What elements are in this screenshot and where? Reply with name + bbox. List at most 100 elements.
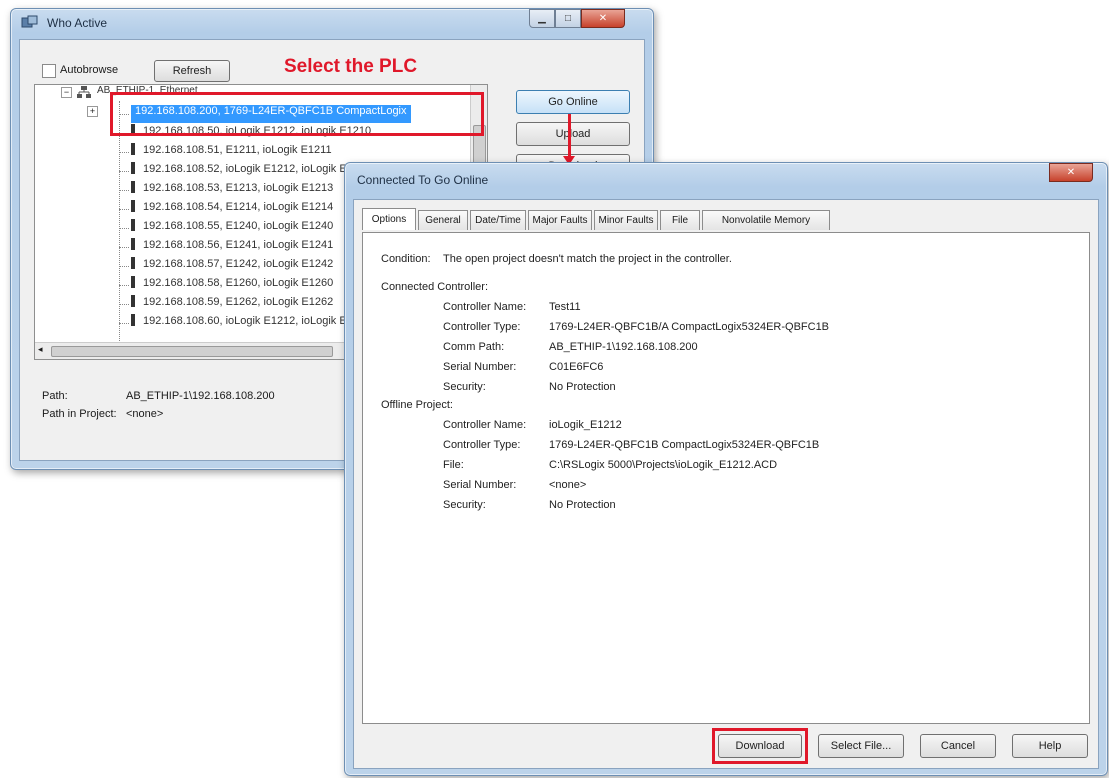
path-in-project-label: Path in Project: — [42, 408, 117, 420]
tree-item-label: 192.168.108.54, E1214, ioLogik E1214 — [143, 201, 334, 213]
device-icon — [131, 143, 135, 155]
tab-nonvolatile-memory[interactable]: Nonvolatile Memory — [702, 210, 830, 230]
tab-file[interactable]: File — [660, 210, 700, 230]
upload-button[interactable]: Upload — [516, 122, 630, 146]
tree-item-label: 192.168.108.52, ioLogik E1212, ioLogik E… — [143, 163, 372, 175]
tree-connector — [119, 209, 129, 210]
close-button[interactable]: ✕ — [581, 9, 625, 28]
select-file-button[interactable]: Select File... — [818, 734, 904, 758]
device-icon — [131, 219, 135, 231]
field-value: No Protection — [549, 381, 616, 393]
device-icon — [131, 295, 135, 307]
select-plc-annotation: Select the PLC — [284, 56, 418, 77]
maximize-button[interactable]: □ — [555, 9, 581, 28]
who-active-app-icon — [21, 15, 38, 28]
tree-connector — [119, 152, 129, 153]
tree-item[interactable]: 192.168.108.55, E1240, ioLogik E1240 — [131, 219, 333, 237]
minimize-icon: ▁ — [538, 13, 546, 24]
field-value: 1769-L24ER-QBFC1B CompactLogix5324ER-QBF… — [549, 439, 820, 451]
field-label: Serial Number: — [443, 361, 517, 373]
tree-item-label: 192.168.108.57, E1242, ioLogik E1242 — [143, 258, 334, 270]
device-icon — [131, 238, 135, 250]
field-label: Security: — [443, 381, 486, 393]
tree-item[interactable]: 192.168.108.58, E1260, ioLogik E1260 — [131, 276, 333, 294]
tree-item[interactable]: 192.168.108.59, E1262, ioLogik E1262 — [131, 295, 333, 313]
tree-collapse-icon[interactable]: − — [61, 87, 72, 98]
tree-item-label: 192.168.108.55, E1240, ioLogik E1240 — [143, 220, 334, 232]
tree-item-label: 192.168.108.53, E1213, ioLogik E1213 — [143, 182, 334, 194]
field-value: No Protection — [549, 499, 616, 511]
tree-connector — [119, 266, 129, 267]
tab-minor-faults[interactable]: Minor Faults — [594, 210, 658, 230]
tree-item[interactable]: 192.168.108.60, ioLogik E1212, ioLogik E… — [131, 314, 371, 332]
minimize-button[interactable]: ▁ — [529, 9, 555, 28]
download-highlight — [712, 728, 808, 764]
tree-connector — [119, 171, 129, 172]
tree-vertical-line — [119, 101, 120, 341]
maximize-icon: □ — [564, 13, 572, 24]
dialog-close-icon: ✕ — [1066, 167, 1076, 178]
tree-item[interactable]: 192.168.108.53, E1213, ioLogik E1213 — [131, 181, 333, 199]
tab-date-time[interactable]: Date/Time — [470, 210, 526, 230]
tab-general[interactable]: General — [418, 210, 468, 230]
device-icon — [131, 181, 135, 193]
scroll-thumb-horizontal[interactable] — [51, 346, 333, 357]
tree-expand-icon[interactable]: + — [87, 106, 98, 117]
field-label: File: — [443, 459, 464, 471]
offline-project-heading: Offline Project: — [381, 399, 453, 411]
field-value: 1769-L24ER-QBFC1B/A CompactLogix5324ER-Q… — [549, 321, 830, 333]
tree-connector — [119, 228, 129, 229]
tree-item[interactable]: 192.168.108.54, E1214, ioLogik E1214 — [131, 200, 333, 218]
refresh-button[interactable]: Refresh — [154, 60, 230, 82]
tree-connector — [119, 304, 129, 305]
help-button[interactable]: Help — [1012, 734, 1088, 758]
tab-major-faults[interactable]: Major Faults — [528, 210, 592, 230]
connected-controller-heading: Connected Controller: — [381, 281, 489, 293]
tree-item[interactable]: 192.168.108.51, E1211, ioLogik E1211 — [131, 143, 332, 161]
condition-label: Condition: — [381, 253, 431, 265]
device-icon — [131, 200, 135, 212]
tree-item-label: 192.168.108.58, E1260, ioLogik E1260 — [143, 277, 334, 289]
field-label: Security: — [443, 499, 486, 511]
go-online-titlebar: Connected To Go Online ✕ — [345, 163, 1107, 191]
tree-connector — [119, 190, 129, 191]
options-panel: Condition: The open project doesn't matc… — [362, 232, 1090, 724]
cancel-button[interactable]: Cancel — [920, 734, 996, 758]
field-value: ioLogik_E1212 — [549, 419, 622, 431]
field-label: Controller Name: — [443, 419, 527, 431]
tree-item[interactable]: 192.168.108.56, E1241, ioLogik E1241 — [131, 238, 333, 256]
field-label: Comm Path: — [443, 341, 505, 353]
dialog-close-button[interactable]: ✕ — [1049, 163, 1093, 182]
annotation-arrow-line — [568, 114, 571, 160]
tree-connector — [119, 323, 129, 324]
field-label: Controller Type: — [443, 321, 521, 333]
field-value: C:\RSLogix 5000\Projects\ioLogik_E1212.A… — [549, 459, 778, 471]
go-online-button[interactable]: Go Online — [516, 90, 630, 114]
device-icon — [131, 257, 135, 269]
field-value: Test11 — [549, 301, 581, 313]
field-value: C01E6FC6 — [549, 361, 604, 373]
device-icon — [131, 162, 135, 174]
tree-connector — [119, 285, 129, 286]
go-online-client: Options General Date/Time Major Faults Minor… — [353, 199, 1099, 769]
autobrowse-label: Autobrowse — [60, 64, 119, 76]
tree-item[interactable]: 192.168.108.52, ioLogik E1212, ioLogik E… — [131, 162, 371, 180]
field-value: AB_ETHIP-1\192.168.108.200 — [549, 341, 698, 353]
network-icon — [77, 86, 91, 98]
go-online-dialog: Connected To Go Online ✕ Options General D… — [344, 162, 1108, 776]
field-value: <none> — [549, 479, 587, 491]
tree-item-label: 192.168.108.59, E1262, ioLogik E1262 — [143, 296, 334, 308]
path-value: AB_ETHIP-1\192.168.108.200 — [126, 390, 275, 402]
device-icon — [131, 314, 135, 326]
autobrowse-checkbox[interactable] — [42, 64, 56, 78]
close-icon: ✕ — [598, 13, 608, 24]
tab-options[interactable]: Options — [362, 208, 416, 230]
scroll-left-icon[interactable]: ◂ — [38, 344, 43, 355]
who-active-title: Who Active — [47, 16, 108, 30]
tree-item[interactable]: 192.168.108.57, E1242, ioLogik E1242 — [131, 257, 333, 275]
who-active-titlebar: Who Active ▁ □ ✕ — [11, 9, 653, 37]
condition-text: The open project doesn't match the proje… — [443, 253, 732, 265]
field-label: Serial Number: — [443, 479, 517, 491]
tree-item-label: 192.168.108.51, E1211, ioLogik E1211 — [143, 144, 332, 156]
tab-strip: Options General Date/Time Major Faults Minor… — [362, 208, 1082, 232]
